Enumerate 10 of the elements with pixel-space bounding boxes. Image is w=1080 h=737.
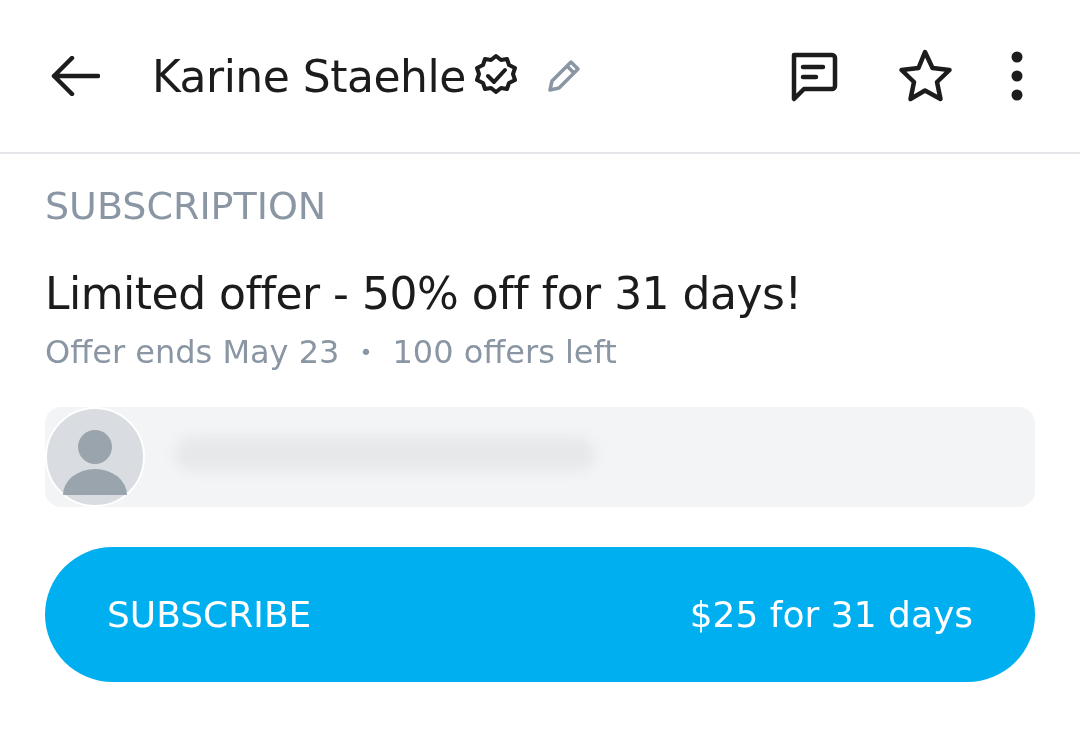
more-options-icon[interactable] (1010, 51, 1024, 101)
subscribe-button[interactable]: SUBSCRIBE $25 for 31 days (45, 547, 1035, 682)
offers-left-count: 100 offers left (392, 333, 617, 371)
section-label: SUBSCRIPTION (45, 184, 328, 228)
offer-end-date: Offer ends May 23 (45, 333, 340, 371)
separator-dot: • (359, 339, 373, 365)
back-icon[interactable] (50, 56, 100, 96)
star-icon[interactable] (896, 48, 954, 104)
profile-name: Karine Staehle (152, 50, 466, 102)
offer-title: Limited offer - 50% off for 31 days! (45, 268, 803, 319)
